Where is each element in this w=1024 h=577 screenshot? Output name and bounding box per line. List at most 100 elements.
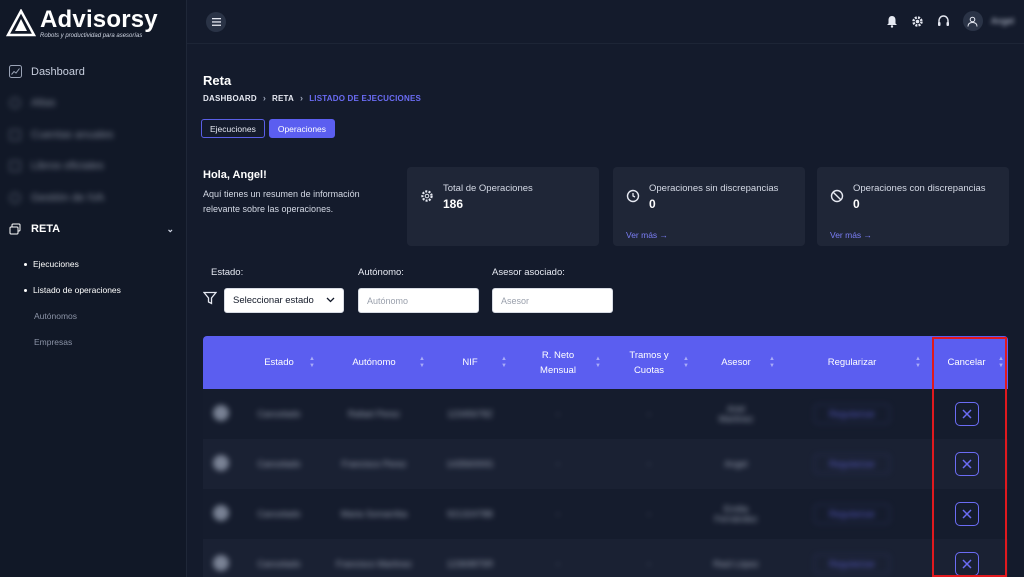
estado-select[interactable]: Seleccionar estado [224,288,344,313]
column-header-asesor[interactable]: Asesor ▲ ▼ [693,355,779,370]
column-header-tramos[interactable]: Tramos y Cuotas ▲ ▼ [605,348,693,378]
bell-icon[interactable] [885,14,899,28]
cancel-button[interactable] [954,502,979,526]
username[interactable]: Angel [991,16,1014,26]
close-icon [961,509,972,519]
cell-asesor: Raúl López [713,559,759,569]
gear-icon[interactable] [911,14,925,28]
page-title: Reta [203,73,232,88]
chevron-down-icon: ⌄ [166,223,174,234]
breadcrumb: DASHBOARD › RETA › LISTADO DE EJECUCIONE… [203,93,421,103]
column-header-nif[interactable]: NIF ▲ ▼ [429,355,511,370]
brand-logo[interactable]: Advisorsy Robots y productividad para as… [0,0,186,46]
column-header-label: Regularizar [827,357,877,368]
close-icon [961,459,972,469]
column-header-label: NIF [462,357,478,368]
sidebar-item-gestion-iva[interactable]: Gestión de IVA [0,182,186,214]
cell-nif: 12345678Z [447,409,493,419]
breadcrumb-item-dashboard[interactable]: DASHBOARD [203,94,257,103]
logo-mark-icon [6,9,36,37]
topbar-actions: Angel [885,11,1014,31]
cell-autonomo: Rafael Perez [347,409,401,419]
column-header-autonomo[interactable]: Autónomo ▲ ▼ [319,355,429,370]
sidebar-subitem-listado-operaciones[interactable]: Listado de operaciones [0,277,186,303]
sort-icon: ▲ ▼ [915,355,921,369]
tab-ejecuciones[interactable]: Ejecuciones [201,119,265,138]
regularize-button[interactable]: Regularizar [813,554,891,574]
sidebar-subitem-label: Listado de operaciones [33,285,121,295]
operations-table: Estado ▲ ▼ Autónomo ▲ ▼ NIF ▲ ▼ R. Neto Mensua… [203,336,1008,577]
sidebar-item-libros-oficiales[interactable]: Libros oficiales [0,151,186,183]
breadcrumb-item-current: LISTADO DE EJECUCIONES [309,93,422,103]
cell-nif: 12369875R [446,559,494,569]
sidebar-subitem-label: Autónomos [34,311,77,321]
estado-select-value: Seleccionar estado [233,295,314,306]
breadcrumb-item-reta[interactable]: RETA [272,94,294,103]
card-see-more-link[interactable]: Ver más → [626,230,668,240]
column-header-estado[interactable]: Estado ▲ ▼ [239,355,319,370]
file-icon [8,128,22,142]
cell-neto: - [556,559,560,569]
greeting: Hola, Angel! Aquí tienes un resumen de i… [203,169,393,217]
regularize-button[interactable]: Regularizar [813,504,891,524]
regularize-button[interactable]: Regularizar [813,404,891,424]
column-header-neto[interactable]: R. Neto Mensual ▲ ▼ [511,348,605,378]
book-icon [8,159,22,173]
user-icon [967,16,978,27]
table-row: Cancelado Francisco Martinez 12369875R -… [203,539,1008,577]
autonomo-input[interactable]: Autónomo [358,288,479,313]
sidebar-nav: Dashboard Altas Cuentas anuales Libros o… [0,46,186,355]
ban-icon [830,189,844,203]
sidebar-subitem-empresas[interactable]: Empresas [0,329,186,355]
cell-nif: 14356000G [446,459,494,469]
cancel-button[interactable] [954,402,979,426]
asesor-input[interactable]: Asesor [492,288,613,313]
bullet-icon [24,262,27,266]
column-header-label: Tramos y Cuotas [629,349,669,376]
sort-icon: ▲ ▼ [683,355,689,369]
close-icon [961,409,972,419]
row-status-icon [213,405,229,421]
sidebar-item-cuentas-anuales[interactable]: Cuentas anuales [0,119,186,151]
autonomo-input-placeholder: Autónomo [367,295,409,306]
row-status-icon [213,555,229,571]
tab-operaciones[interactable]: Operaciones [268,119,336,138]
greeting-text: Aquí tienes un resumen de información re… [203,189,360,214]
sidebar-item-reta[interactable]: RETA ⌄ [0,214,186,246]
card-see-more-link[interactable]: Ver más → [830,230,872,240]
sidebar-item-dashboard[interactable]: Dashboard [0,56,186,88]
column-header-regularizar[interactable]: Regularizar ▲ ▼ [779,355,925,370]
cell-asesor: Ariel Martinez [718,404,754,424]
table-header: Estado ▲ ▼ Autónomo ▲ ▼ NIF ▲ ▼ R. Neto Mensua… [203,336,1008,389]
brand-name: Advisorsy [40,5,158,33]
sidebar-item-altas[interactable]: Altas [0,88,186,120]
bullet-icon [24,288,27,292]
table-row: Cancelado Francisco Perez 14356000G - - … [203,439,1008,489]
sidebar-item-label: Cuentas anuales [31,128,114,141]
sort-icon: ▲ ▼ [998,355,1004,369]
card-value: 0 [853,197,860,211]
card-title: Total de Operaciones [443,183,533,194]
asesor-label: Asesor asociado: [492,267,565,278]
sidebar-item-label: Libros oficiales [31,160,104,173]
cell-estado: Cancelado [257,459,301,469]
headset-icon[interactable] [937,14,951,28]
row-status-icon [213,505,229,521]
cell-estado: Cancelado [257,509,301,519]
column-header-label: Autónomo [352,357,396,368]
cancel-button[interactable] [954,552,979,576]
sort-icon: ▲ ▼ [595,355,601,369]
view-tabs: Ejecuciones Operaciones [201,119,336,138]
stack-icon [8,222,22,236]
avatar[interactable] [962,11,983,31]
column-header-label: Estado [264,357,294,368]
menu-toggle-button[interactable] [206,12,226,32]
regularize-button[interactable]: Regularizar [813,454,891,474]
column-header-cancelar[interactable]: Cancelar ▲ ▼ [925,355,1008,370]
sidebar-subitem-autonomos[interactable]: Autónomos [0,303,186,329]
cell-asesor: Emilia Fernández [714,504,758,524]
sidebar-subitem-ejecuciones[interactable]: Ejecuciones [0,251,186,277]
autonomo-label: Autónomo: [358,267,404,278]
cancel-button[interactable] [954,452,979,476]
close-icon [961,559,972,569]
